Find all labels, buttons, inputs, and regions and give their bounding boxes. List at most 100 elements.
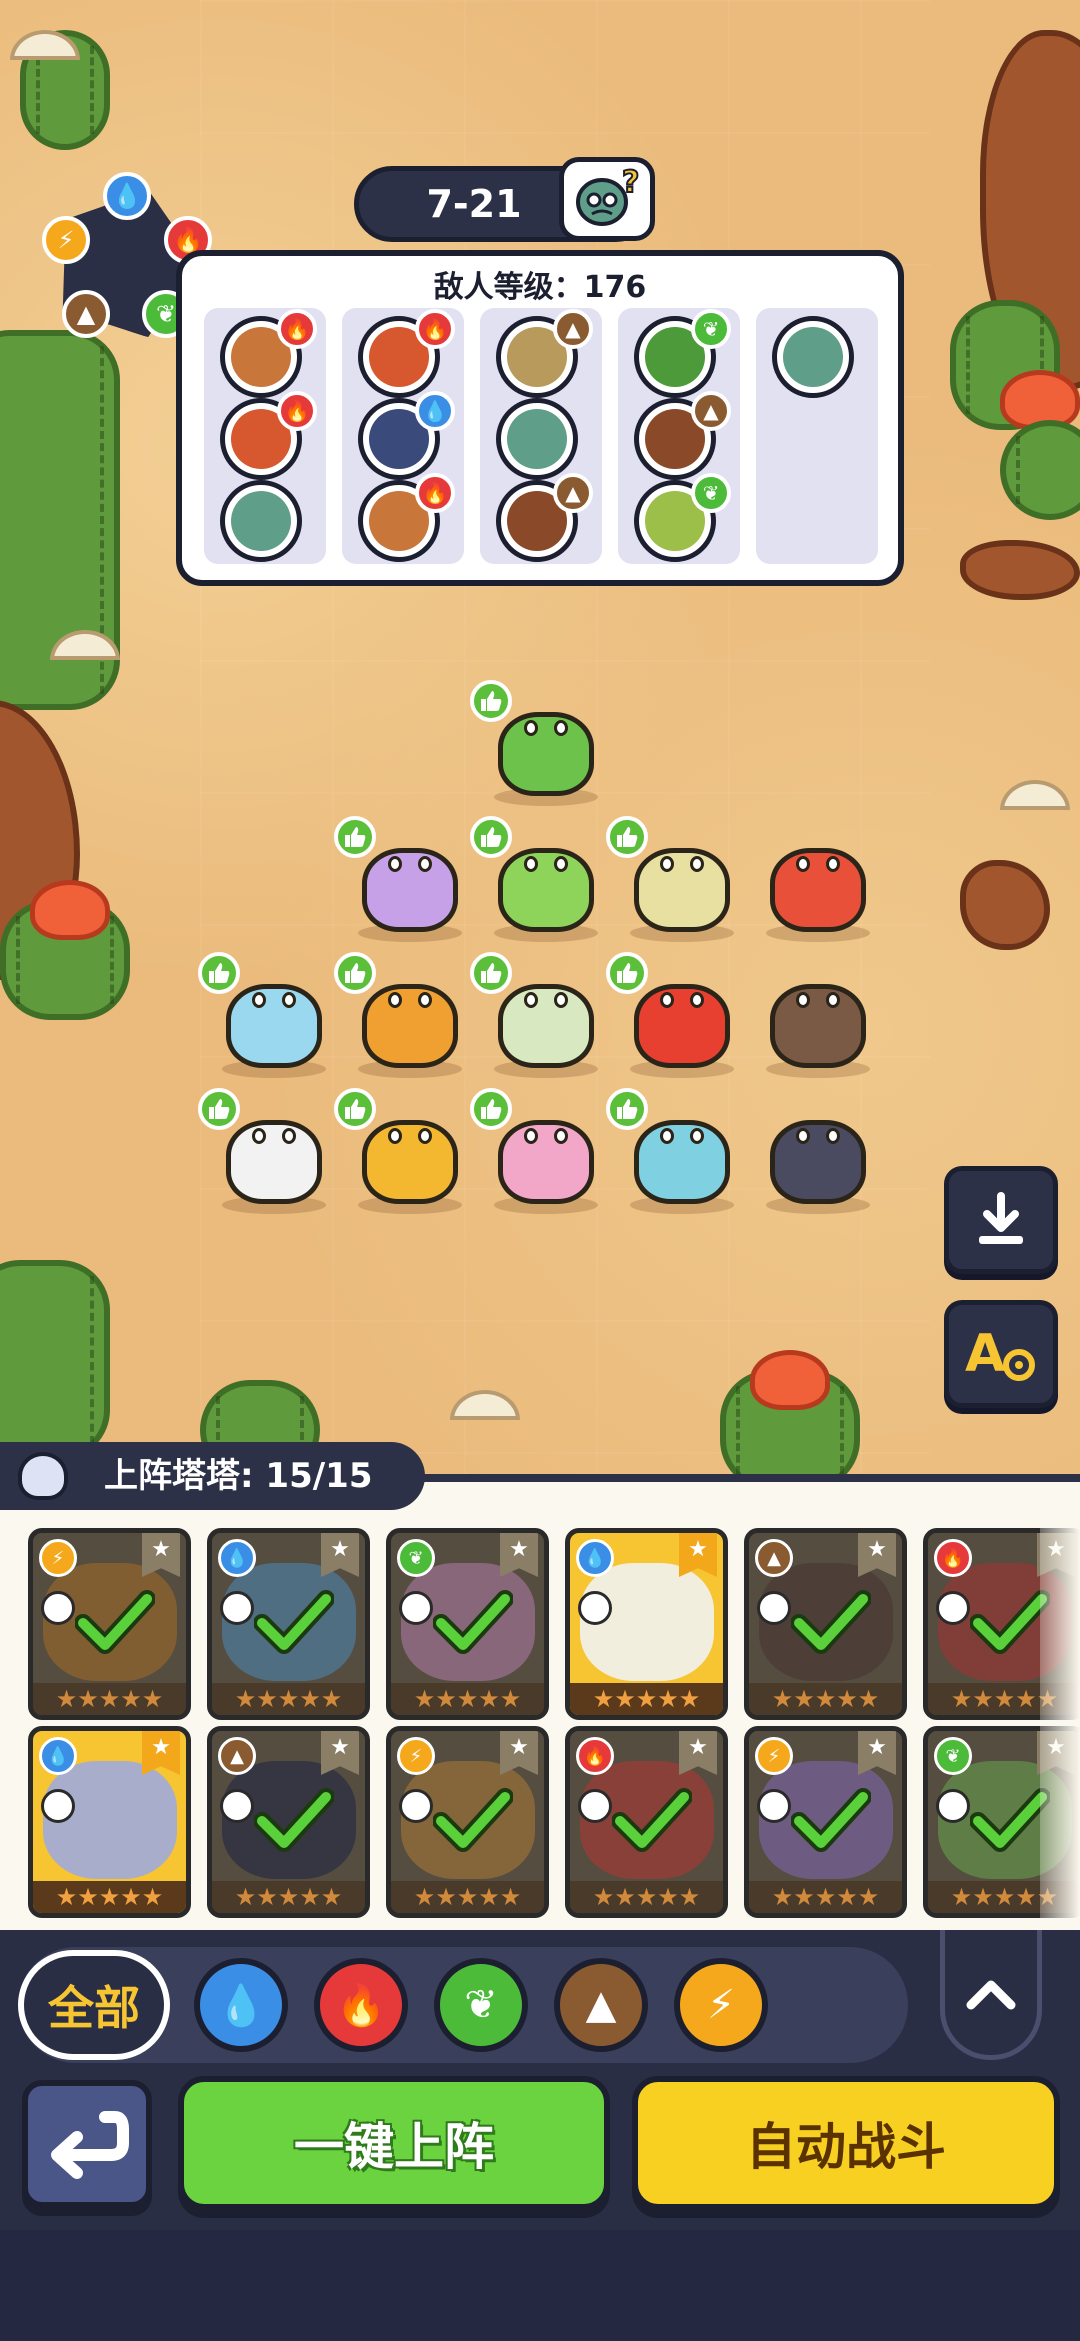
unit-eye (796, 856, 810, 872)
roster-panel[interactable]: ⚡ ★ ★★★★★ 💧 ★ ★★★★★ ❦ ★ ★★★★★ 💧 ★ ★★★★★ ▲ ★ ★★★★★ 🔥 ★★★★… (0, 1474, 1080, 1930)
enemy-portrait[interactable]: ❦ (634, 309, 731, 398)
enemy-portrait[interactable] (220, 480, 302, 562)
pink-plant-pet[interactable] (470, 1088, 604, 1214)
pet-card[interactable]: ⚡ ★ ★★★★★ (744, 1726, 907, 1918)
unit-body (226, 984, 322, 1068)
one-click-deploy-button[interactable]: 一键上阵 (178, 2076, 610, 2210)
class-type-icon (399, 1789, 433, 1823)
unit-eye (418, 992, 432, 1008)
water-element-icon: 💧 (415, 391, 455, 431)
cactus-decoration (1000, 420, 1080, 520)
filter-thunder-button[interactable]: ⚡ (674, 1958, 768, 2052)
unit-eye (524, 1128, 538, 1144)
card-star-rating: ★★★★★ (570, 1683, 723, 1715)
auto-settings-button[interactable]: A (944, 1300, 1058, 1408)
red-bird-pet[interactable] (606, 952, 740, 1078)
enemy-wave-column: 🔥 🔥 (204, 308, 326, 564)
pet-card[interactable]: ⚡ ★ ★★★★★ (28, 1528, 191, 1720)
check-icon (74, 1587, 156, 1657)
leaf-cat-pet[interactable] (470, 816, 604, 942)
unit-body (770, 1120, 866, 1204)
purple-dragon-pet[interactable] (334, 816, 468, 942)
pet-card[interactable]: ▲ ★ ★★★★★ (207, 1726, 370, 1918)
enemy-portrait[interactable]: ▲ (496, 473, 593, 562)
bone-decoration (1000, 780, 1070, 810)
earth-element-icon: ▲ (218, 1737, 256, 1775)
water-element-icon: 💧 (39, 1737, 77, 1775)
fire-element-icon: 🔥 (415, 473, 455, 513)
check-icon (969, 1785, 1051, 1855)
pet-card[interactable]: 💧 ★ ★★★★★ (207, 1528, 370, 1720)
star-rank-icon: ★ (679, 1533, 717, 1577)
ice-seal-pet[interactable] (198, 952, 332, 1078)
unit-eye (660, 992, 674, 1008)
thunder-element-icon: ⚡ (397, 1737, 435, 1775)
pet-card[interactable]: 💧 ★ ★★★★★ (565, 1528, 728, 1720)
check-icon (969, 1587, 1051, 1657)
unit-body (770, 848, 866, 932)
unit-body (634, 1120, 730, 1204)
collapse-roster-button[interactable] (940, 1930, 1042, 2060)
pet-card[interactable]: 💧 ★ ★★★★★ (28, 1726, 191, 1918)
check-icon (432, 1785, 514, 1855)
brown-monkey-pet[interactable] (756, 966, 876, 1078)
back-button[interactable] (22, 2080, 152, 2208)
unit-eye (826, 856, 840, 872)
unit-eye (282, 1128, 296, 1144)
enemy-portrait[interactable] (772, 316, 854, 398)
card-star-rating: ★★★★★ (212, 1881, 365, 1913)
class-type-icon (757, 1591, 791, 1625)
enemy-portrait[interactable]: ❦ (634, 473, 731, 562)
enemy-portrait[interactable]: 💧 (358, 391, 455, 480)
filter-fire-button[interactable]: 🔥 (314, 1958, 408, 2052)
unit-body (498, 848, 594, 932)
water-element-icon: 💧 (218, 1539, 256, 1577)
pet-card[interactable]: ▲ ★ ★★★★★ (744, 1528, 907, 1720)
pet-card[interactable]: ⚡ ★ ★★★★★ (386, 1726, 549, 1918)
zombie-mystery-icon[interactable]: ? (559, 157, 655, 241)
thumbs-up-icon (334, 816, 376, 858)
enemy-portrait[interactable]: ▲ (634, 391, 731, 480)
filter-water-button[interactable]: 💧 (194, 1958, 288, 2052)
enemy-portrait[interactable]: ▲ (496, 309, 593, 398)
polar-bear-pet[interactable] (198, 1088, 332, 1214)
red-fox-pet[interactable] (756, 830, 876, 942)
turtle-pet[interactable] (606, 1088, 740, 1214)
pet-card[interactable]: 🔥★★★★★★ (565, 1726, 728, 1918)
fire-goat-pet[interactable] (334, 952, 468, 1078)
check-icon (432, 1587, 514, 1657)
thunder-element-icon: ⚡ (42, 216, 90, 264)
filter-earth-button[interactable]: ▲ (554, 1958, 648, 2052)
onion-nest-pet[interactable] (470, 952, 604, 1078)
enemy-portrait[interactable]: 🔥 (358, 473, 455, 562)
class-type-icon (220, 1789, 254, 1823)
dark-dino-pet[interactable] (756, 1102, 876, 1214)
unit-eye (524, 720, 538, 736)
card-star-rating: ★★★★★ (570, 1881, 723, 1913)
cactus-flower-pet[interactable] (470, 680, 604, 806)
unit-eye (554, 720, 568, 736)
filter-leaf-button[interactable]: ❦ (434, 1958, 528, 2052)
thumbs-up-icon (470, 680, 512, 722)
lion-pet[interactable] (334, 1088, 468, 1214)
pet-card[interactable]: ❦★★★★★★ (386, 1528, 549, 1720)
enemy-portrait[interactable]: 🔥 (220, 309, 317, 398)
scroll-fade (1040, 1482, 1080, 1930)
enemy-portrait[interactable]: 🔥 (220, 391, 317, 480)
sprout-bird-pet[interactable] (606, 816, 740, 942)
class-type-icon (41, 1591, 75, 1625)
enemy-face (783, 327, 843, 387)
save-formation-button[interactable] (944, 1166, 1058, 1274)
check-icon (253, 1587, 335, 1657)
unit-body (362, 848, 458, 932)
auto-battle-button[interactable]: 自动战斗 (632, 2076, 1060, 2210)
filter-all-button[interactable]: 全部 (18, 1950, 170, 2060)
unit-eye (554, 856, 568, 872)
leaf-element-icon: ❦ (691, 473, 731, 513)
enemy-portrait[interactable]: 🔥 (358, 309, 455, 398)
enemy-portrait[interactable] (496, 398, 578, 480)
bottom-action-bar: 全部 💧 🔥 ❦ ▲ ⚡ 一键上阵 自动战斗 (0, 1930, 1080, 2341)
class-type-icon (757, 1789, 791, 1823)
unit-eye (252, 1128, 266, 1144)
thumbs-up-icon (334, 1088, 376, 1130)
